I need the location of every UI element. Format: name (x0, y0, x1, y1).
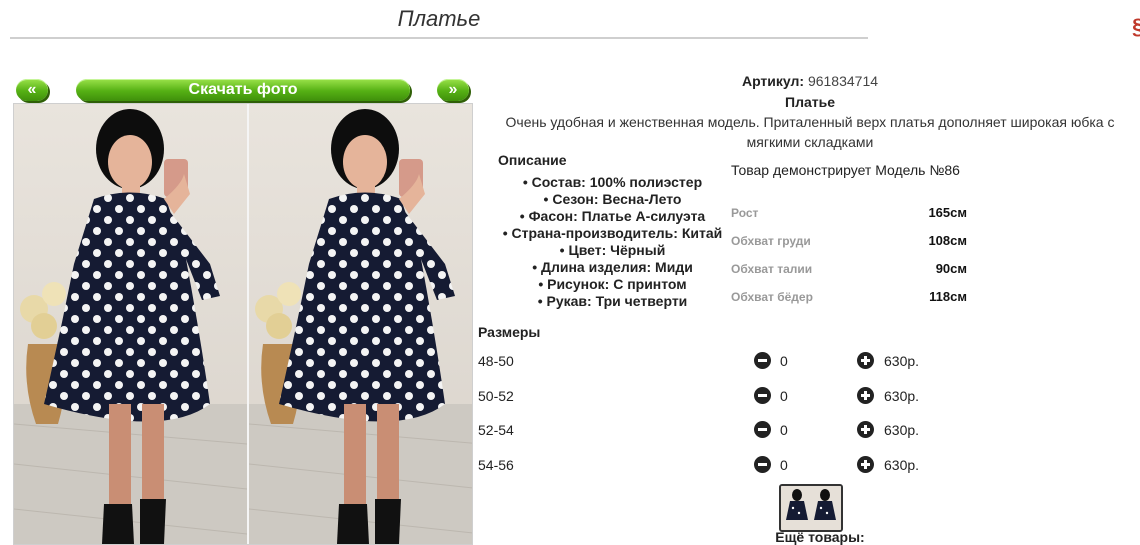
spec-item: Длина изделия: Миди (490, 259, 735, 276)
page-title: Платье (397, 6, 481, 31)
spec-item: Состав: 100% полиэстер (490, 174, 735, 191)
sizes-heading: Размеры (478, 324, 541, 340)
specs-heading: Описание (498, 152, 567, 168)
next-photo-button[interactable]: » (437, 79, 469, 101)
article-label: Артикул: (741, 73, 805, 89)
measure-row: Обхват груди 108см (731, 231, 967, 259)
size-row: 48-50 0 630р. (478, 351, 938, 373)
size-row: 52-54 0 630р. (478, 420, 938, 442)
edge-decoration-icon: § (1132, 14, 1140, 40)
price-value: 630р. (884, 388, 920, 404)
measure-label: Обхват груди (731, 234, 811, 248)
photo-thumbnail[interactable] (779, 484, 843, 532)
minus-circle-icon[interactable] (754, 387, 771, 404)
thumbnail-image (781, 486, 841, 530)
model-measures: Рост 165см Обхват груди 108см Обхват тал… (731, 203, 967, 315)
product-name: Платье (785, 94, 835, 110)
specs-list: Состав: 100% полиэстер Сезон: Весна-Лето… (490, 174, 735, 310)
measure-row: Обхват бёдер 118см (731, 287, 967, 315)
size-row: 54-56 0 630р. (478, 455, 938, 477)
article-value: 961834714 (807, 73, 879, 89)
spec-item: Рукав: Три четверти (490, 293, 735, 310)
quantity-value: 0 (780, 457, 788, 473)
plus-circle-icon[interactable] (857, 352, 874, 369)
title-divider (10, 37, 868, 39)
spec-item: Рисунок: С принтом (490, 276, 735, 293)
measure-row: Обхват талии 90см (731, 259, 967, 287)
spec-item: Фасон: Платье А-силуэта (490, 208, 735, 225)
measure-label: Рост (731, 206, 759, 220)
measure-label: Обхват талии (731, 262, 813, 276)
plus-circle-icon[interactable] (857, 456, 874, 473)
product-description: Очень удобная и женственная модель. Прит… (505, 114, 1115, 150)
download-photo-button[interactable]: Скачать фото (76, 79, 410, 101)
measure-value: 108см (928, 233, 967, 248)
price-value: 630р. (884, 457, 920, 473)
measure-value: 90см (935, 261, 967, 276)
size-label: 52-54 (478, 422, 514, 438)
product-photo[interactable] (13, 103, 473, 545)
article-line: Артикул: 961834714 (690, 73, 930, 89)
quantity-value: 0 (780, 388, 788, 404)
size-label: 54-56 (478, 457, 514, 473)
measure-value: 118см (929, 289, 967, 304)
price-value: 630р. (884, 422, 920, 438)
minus-circle-icon[interactable] (754, 352, 771, 369)
quantity-value: 0 (780, 353, 788, 369)
spec-item: Страна-производитель: Китай (490, 225, 735, 242)
quantity-value: 0 (780, 422, 788, 438)
size-row: 50-52 0 630р. (478, 386, 938, 408)
plus-circle-icon[interactable] (857, 421, 874, 438)
measure-value: 165см (928, 205, 967, 220)
minus-circle-icon[interactable] (754, 421, 771, 438)
measure-row: Рост 165см (731, 203, 967, 231)
spec-item: Цвет: Чёрный (490, 242, 735, 259)
measure-label: Обхват бёдер (731, 290, 813, 304)
plus-circle-icon[interactable] (857, 387, 874, 404)
minus-circle-icon[interactable] (754, 456, 771, 473)
size-label: 48-50 (478, 353, 514, 369)
price-value: 630р. (884, 353, 920, 369)
size-label: 50-52 (478, 388, 514, 404)
spec-item: Сезон: Весна-Лето (490, 191, 735, 208)
prev-photo-button[interactable]: « (16, 79, 48, 101)
model-caption: Товар демонстрирует Модель №86 (731, 162, 960, 178)
product-photo-image (14, 104, 472, 544)
